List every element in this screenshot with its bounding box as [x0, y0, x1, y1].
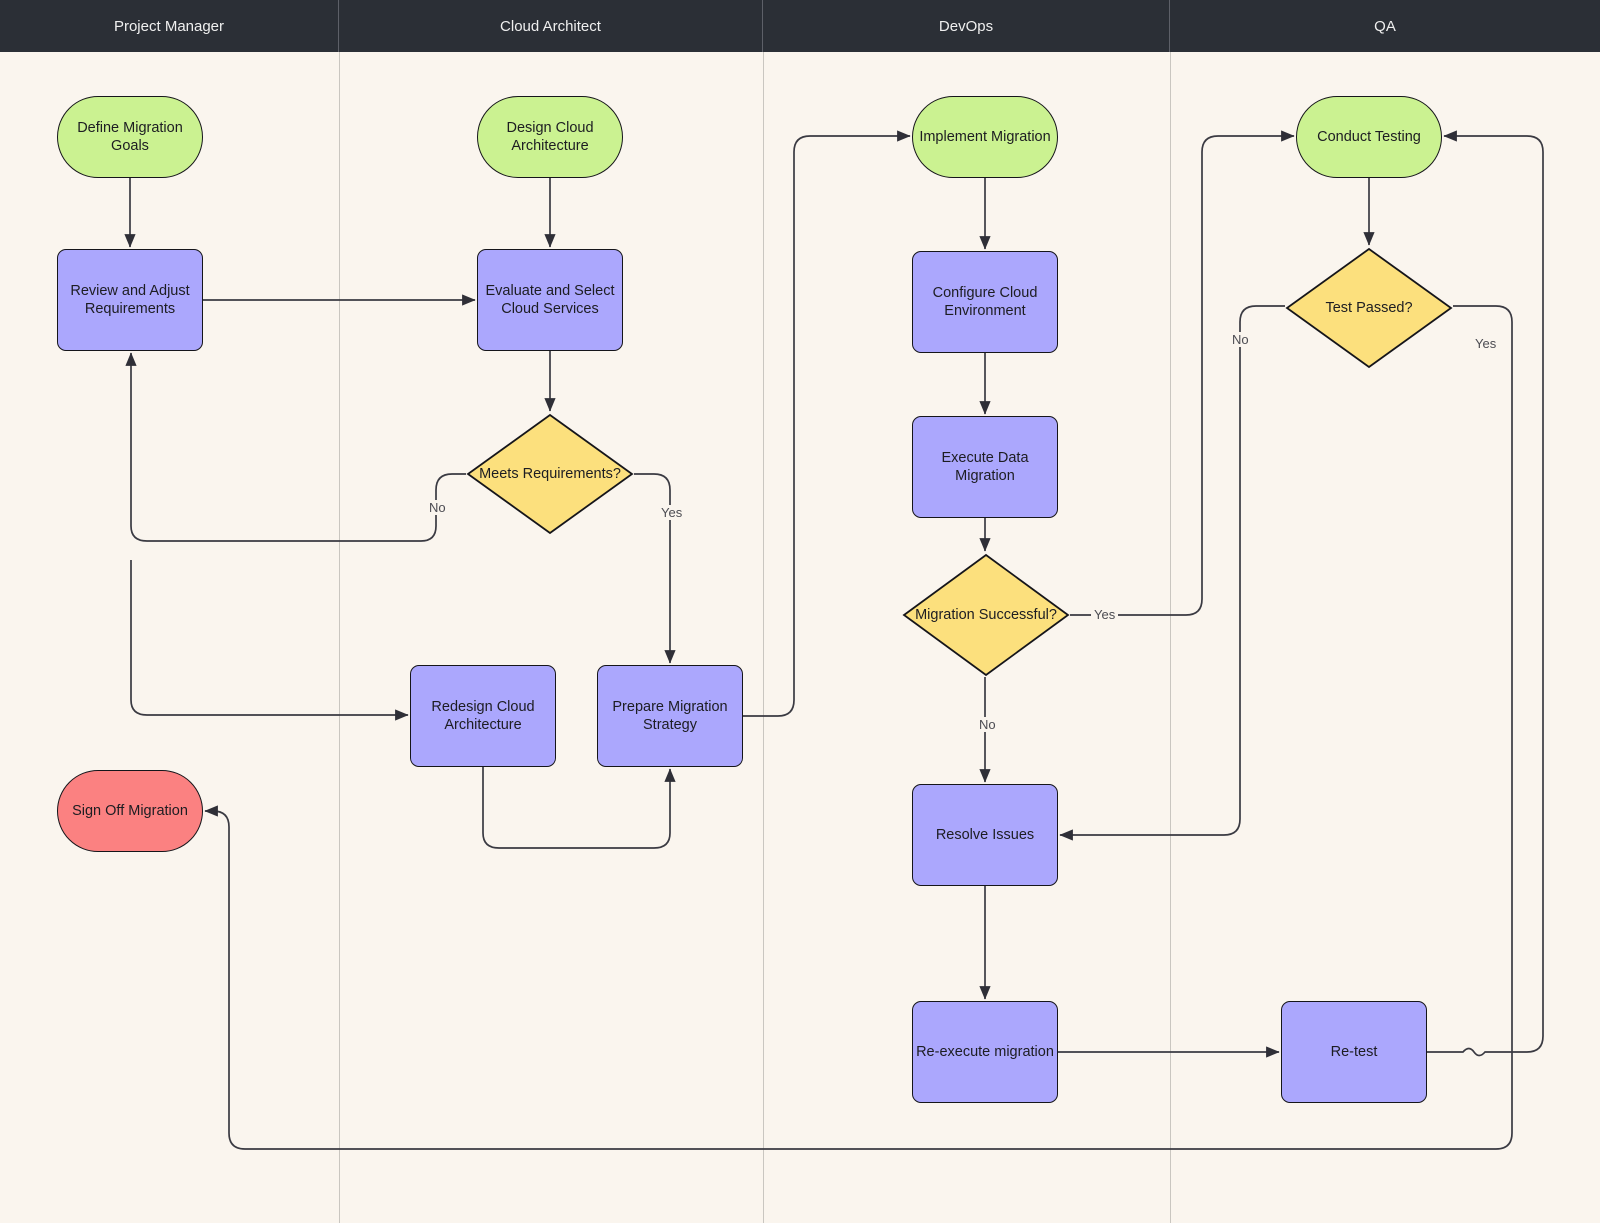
edge-migsuccess-yes-to-testing [1070, 136, 1294, 615]
edge-label-test-no: No [1229, 332, 1252, 347]
edge-meets-no-to-review [131, 353, 466, 541]
swimlane-diagram-canvas: Project Manager Cloud Architect DevOps Q… [0, 0, 1600, 1223]
node-label: Execute Data Migration [913, 449, 1057, 485]
node-evaluate-and-select-cloud-services[interactable]: Evaluate and Select Cloud Services [477, 249, 623, 351]
edge-meets-yes-to-prepare [634, 474, 670, 663]
node-conduct-testing[interactable]: Conduct Testing [1296, 96, 1442, 178]
node-review-and-adjust-requirements[interactable]: Review and Adjust Requirements [57, 249, 203, 351]
node-migration-successful-decision[interactable]: Migration Successful? [902, 553, 1070, 677]
node-label: Configure Cloud Environment [913, 284, 1057, 320]
node-label: Define Migration Goals [58, 119, 202, 155]
node-meets-requirements-decision[interactable]: Meets Requirements? [466, 413, 634, 535]
node-define-migration-goals[interactable]: Define Migration Goals [57, 96, 203, 178]
node-redesign-cloud-architecture[interactable]: Redesign Cloud Architecture [410, 665, 556, 767]
node-label: Sign Off Migration [72, 802, 188, 820]
diamond-shape [902, 553, 1070, 677]
node-label: Prepare Migration Strategy [598, 698, 742, 734]
node-prepare-migration-strategy[interactable]: Prepare Migration Strategy [597, 665, 743, 767]
node-label: Re-execute migration [916, 1043, 1054, 1061]
node-label: Redesign Cloud Architecture [411, 698, 555, 734]
node-label: Resolve Issues [936, 826, 1034, 844]
edge-meets-no-to-redesign [131, 560, 408, 715]
node-sign-off-migration[interactable]: Sign Off Migration [57, 770, 203, 852]
diamond-shape [1285, 247, 1453, 369]
node-label: Design Cloud Architecture [478, 119, 622, 155]
node-configure-cloud-environment[interactable]: Configure Cloud Environment [912, 251, 1058, 353]
edge-label-meets-yes: Yes [658, 505, 685, 520]
edge-label-migration-yes: Yes [1091, 607, 1118, 622]
node-label: Conduct Testing [1317, 128, 1421, 146]
node-test-passed-decision[interactable]: Test Passed? [1285, 247, 1453, 369]
node-label: Re-test [1331, 1043, 1378, 1061]
node-resolve-issues[interactable]: Resolve Issues [912, 784, 1058, 886]
node-label: Review and Adjust Requirements [58, 282, 202, 318]
node-re-execute-migration[interactable]: Re-execute migration [912, 1001, 1058, 1103]
node-implement-migration[interactable]: Implement Migration [912, 96, 1058, 178]
node-design-cloud-architecture[interactable]: Design Cloud Architecture [477, 96, 623, 178]
edge-redesign-to-prepare [483, 767, 670, 848]
edge-label-migration-no: No [976, 717, 999, 732]
node-re-test[interactable]: Re-test [1281, 1001, 1427, 1103]
edge-testpassed-no-to-resolve [1060, 306, 1285, 835]
node-execute-data-migration[interactable]: Execute Data Migration [912, 416, 1058, 518]
node-label: Implement Migration [919, 128, 1050, 146]
node-label: Evaluate and Select Cloud Services [478, 282, 622, 318]
diamond-shape [466, 413, 634, 535]
edge-label-test-yes: Yes [1472, 336, 1499, 351]
edge-label-meets-no: No [426, 500, 449, 515]
edge-prepare-to-implement [743, 136, 910, 716]
